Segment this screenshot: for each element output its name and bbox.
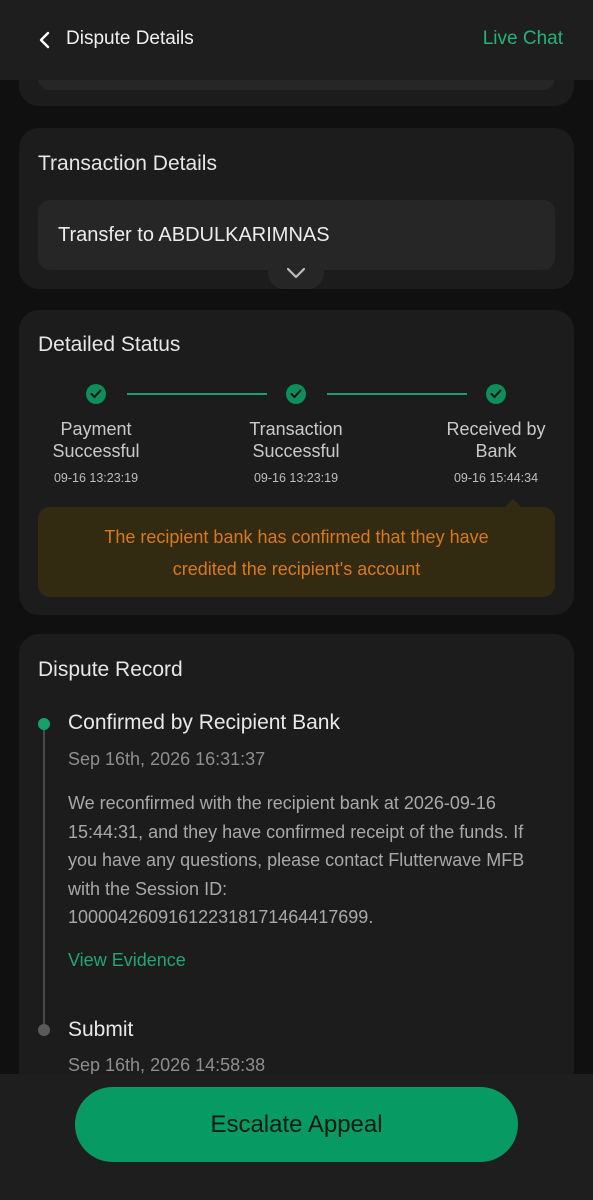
timeline-dot-inactive — [38, 1024, 50, 1036]
check-icon — [486, 384, 506, 404]
transaction-details-card: Transaction Details Transfer to ABDULKAR… — [19, 128, 574, 289]
step-label-transaction: Transaction Successful — [231, 418, 361, 462]
dispute-details-screen: Dispute Details Live Chat Transaction De… — [0, 0, 593, 1200]
step-time-received: 09-16 15:44:34 — [453, 471, 539, 485]
app-header: Dispute Details Live Chat — [0, 0, 593, 80]
back-arrow-icon[interactable] — [34, 29, 56, 51]
record-body-line: 15:44:31, and they have confirmed receip… — [68, 821, 524, 842]
step-label-line: Bank — [475, 441, 517, 461]
step-label-line: Successful — [52, 441, 140, 461]
check-icon — [86, 384, 106, 404]
step-time-payment: 09-16 13:23:19 — [53, 471, 139, 485]
timeline-dot-active — [38, 718, 50, 730]
note-line: The recipient bank has confirmed that th… — [104, 527, 489, 547]
record-entry-date: Sep 16th, 2026 16:31:37 — [68, 749, 266, 769]
step-label-line: Successful — [252, 441, 340, 461]
detailed-status-title: Detailed Status — [38, 333, 181, 356]
step-time-transaction: 09-16 13:23:19 — [253, 471, 339, 485]
step-label-payment: Payment Successful — [31, 418, 161, 462]
record-body-line: you have any questions, please contact F… — [68, 850, 525, 870]
escalate-appeal-button[interactable]: Escalate Appeal — [75, 1087, 518, 1162]
status-note-text: The recipient bank has confirmed that th… — [68, 521, 525, 585]
transaction-details-title: Transaction Details — [38, 152, 217, 175]
record-body-line: with the Session ID: — [68, 878, 228, 899]
expand-transaction-button[interactable] — [268, 261, 324, 289]
detailed-status-card: Detailed Status Payment Successful 09-16… — [19, 310, 574, 615]
step-label-line: Transaction — [249, 419, 343, 439]
transaction-summary: Transfer to ABDULKARIMNAS — [38, 200, 555, 270]
step-label-line: Payment — [60, 419, 132, 439]
dispute-record-title: Dispute Record — [38, 658, 183, 681]
record-entry-title: Submit — [68, 1018, 134, 1041]
step-label-line: Received by — [446, 419, 546, 439]
step-label-received: Received by Bank — [431, 418, 561, 462]
page-title: Dispute Details — [66, 28, 194, 49]
view-evidence-link[interactable]: View Evidence — [68, 950, 186, 971]
transaction-description: Transfer to ABDULKARIMNAS — [58, 224, 330, 246]
note-line: credited the recipient's account — [172, 559, 421, 579]
record-entry-title: Confirmed by Recipient Bank — [68, 711, 340, 734]
bottom-action-bar: Escalate Appeal — [0, 1074, 593, 1200]
progress-line-1 — [127, 393, 267, 395]
timeline-line — [43, 724, 45, 1030]
note-pointer — [504, 499, 522, 508]
record-body-line: We reconfirmed with the recipient bank a… — [68, 793, 496, 813]
record-entry-date: Sep 16th, 2026 14:58:38 — [68, 1055, 266, 1075]
record-entry-body: We reconfirmed with the recipient bank a… — [68, 789, 558, 932]
status-note-box: The recipient bank has confirmed that th… — [38, 499, 555, 597]
record-body-line: 100004260916122318171464417699. — [68, 907, 374, 927]
live-chat-link[interactable]: Live Chat — [483, 28, 563, 50]
check-icon — [286, 384, 306, 404]
progress-line-2 — [327, 393, 467, 395]
